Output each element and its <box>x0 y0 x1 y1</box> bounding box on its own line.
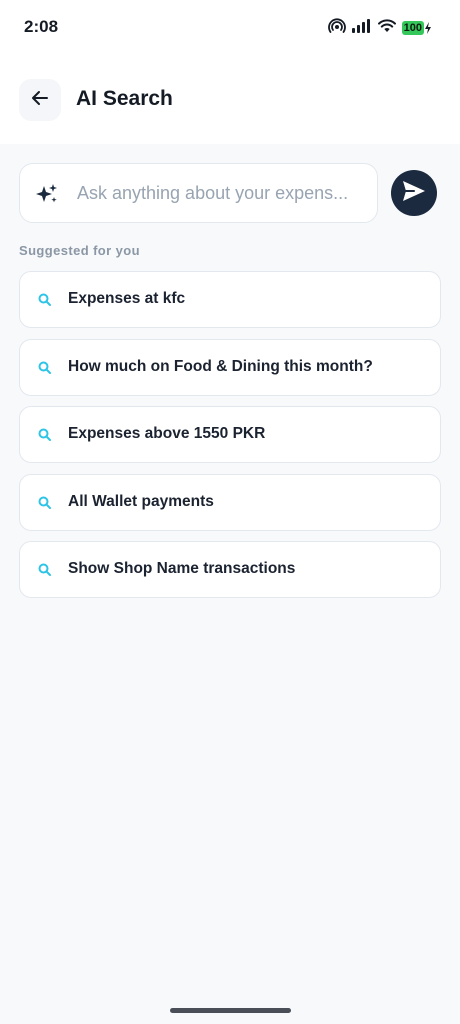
status-time: 2:08 <box>24 17 59 36</box>
signal-icon <box>351 18 372 38</box>
suggestion-item[interactable]: Expenses above 1550 PKR <box>19 406 441 463</box>
search-input[interactable] <box>77 178 367 208</box>
search-icon <box>37 292 53 308</box>
search-icon <box>37 562 53 578</box>
battery-icon: 100 <box>401 21 432 35</box>
wifi-icon <box>377 18 396 38</box>
suggestion-label: Expenses at kfc <box>68 290 186 307</box>
search-icon <box>37 495 53 511</box>
header: AI Search <box>0 56 460 144</box>
send-icon <box>402 180 426 207</box>
page-title: AI Search <box>76 87 173 110</box>
back-button[interactable] <box>19 79 61 121</box>
suggestion-item[interactable]: Show Shop Name transactions <box>19 541 441 598</box>
hotspot-icon <box>327 18 346 39</box>
battery-level: 100 <box>401 21 424 35</box>
status-icons: 100 <box>327 17 432 39</box>
arrow-left-icon <box>31 90 49 111</box>
search-box[interactable] <box>19 163 378 223</box>
suggestions-label: Suggested for you <box>19 243 140 258</box>
suggestion-item[interactable]: Expenses at kfc <box>19 271 441 328</box>
suggestion-label: How much on Food & Dining this month? <box>68 357 373 375</box>
sparkle-icon <box>35 182 59 206</box>
suggestion-label: All Wallet payments <box>68 492 214 510</box>
search-icon <box>37 427 53 443</box>
suggestion-list: Expenses at kfc How much on Food & Dinin… <box>19 271 441 609</box>
suggestion-label: Show Shop Name transactions <box>68 560 296 577</box>
home-indicator <box>170 1008 291 1013</box>
status-bar: 2:08 100 <box>0 0 460 56</box>
send-button[interactable] <box>391 170 437 216</box>
suggestion-label: Expenses above 1550 PKR <box>68 425 266 442</box>
search-icon <box>37 360 53 376</box>
suggestion-item[interactable]: How much on Food & Dining this month? <box>19 338 441 396</box>
suggestion-item[interactable]: All Wallet payments <box>19 473 441 531</box>
screen: 2:08 100 AI Search Ask anything about yo… <box>0 0 460 1024</box>
